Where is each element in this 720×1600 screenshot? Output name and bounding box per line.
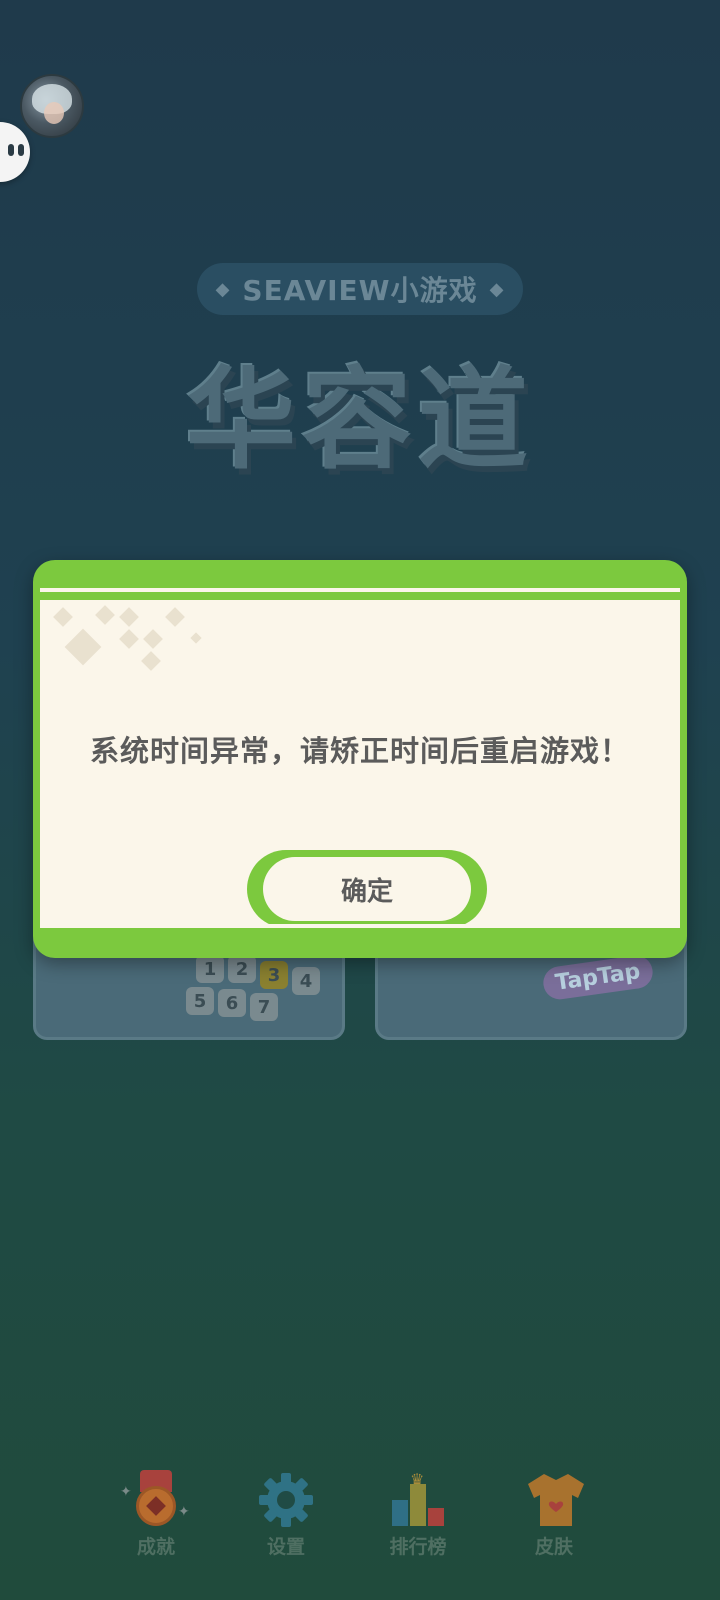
nav-achievements[interactable]: ✦ ✦ 成就	[106, 1470, 206, 1559]
taptap-logo: TapTap	[541, 953, 655, 1002]
floating-assistant-icon	[8, 144, 14, 156]
confirm-button[interactable]: 确定	[247, 850, 487, 928]
error-dialog: 系统时间异常，请矫正时间后重启游戏！ 确定	[33, 560, 687, 958]
nav-settings[interactable]: 设置	[236, 1470, 336, 1559]
number-tile: 6	[218, 989, 246, 1017]
nav-label: 成就	[136, 1536, 175, 1558]
floating-assistant-button[interactable]	[0, 122, 30, 182]
decor-diamond	[53, 607, 73, 627]
floating-assistant-icon-eye	[18, 144, 24, 156]
dialog-top-stripe	[40, 588, 680, 592]
nav-label: 皮肤	[534, 1536, 573, 1558]
avatar-face	[44, 102, 64, 124]
decor-diamond	[119, 607, 139, 627]
decor-diamond	[141, 651, 161, 671]
dialog-body: 系统时间异常，请矫正时间后重启游戏！ 确定	[40, 600, 680, 928]
decor-diamond	[143, 629, 163, 649]
pill-left-diamond: ◆	[215, 278, 231, 300]
medal-icon: ✦ ✦	[120, 1470, 190, 1530]
decor-diamond	[64, 628, 102, 666]
shirt-icon	[524, 1470, 584, 1530]
game-brand-pill: ◆ SEAVIEW小游戏 ◆	[197, 263, 523, 315]
decor-diamond	[190, 632, 202, 644]
dialog-message: 系统时间异常，请矫正时间后重启游戏！	[89, 734, 630, 768]
decor-diamond	[165, 607, 185, 627]
decor-diamond	[95, 605, 115, 625]
avatar[interactable]	[20, 74, 84, 138]
nav-label: 排行榜	[389, 1536, 447, 1558]
number-tile: 7	[250, 993, 278, 1021]
leaderboard-icon: ♛	[388, 1470, 448, 1530]
nav-leaderboard[interactable]: ♛ 排行榜	[368, 1470, 468, 1559]
nav-label: 设置	[266, 1536, 305, 1558]
number-tile: 2	[228, 955, 256, 983]
number-tile: 1	[196, 955, 224, 983]
number-tile: 4	[292, 967, 320, 995]
nav-skins[interactable]: 皮肤	[504, 1470, 604, 1559]
pill-right-diamond: ◆	[489, 278, 505, 300]
confirm-button-label: 确定	[263, 857, 471, 921]
decor-diamond	[119, 629, 139, 649]
game-title: 华容道	[186, 355, 534, 484]
gear-icon	[256, 1470, 316, 1530]
pill-text: SEAVIEW小游戏	[242, 274, 478, 307]
dialog-bottom-stripe	[40, 924, 680, 928]
number-tile: 3	[260, 961, 288, 989]
number-tile: 5	[186, 987, 214, 1015]
